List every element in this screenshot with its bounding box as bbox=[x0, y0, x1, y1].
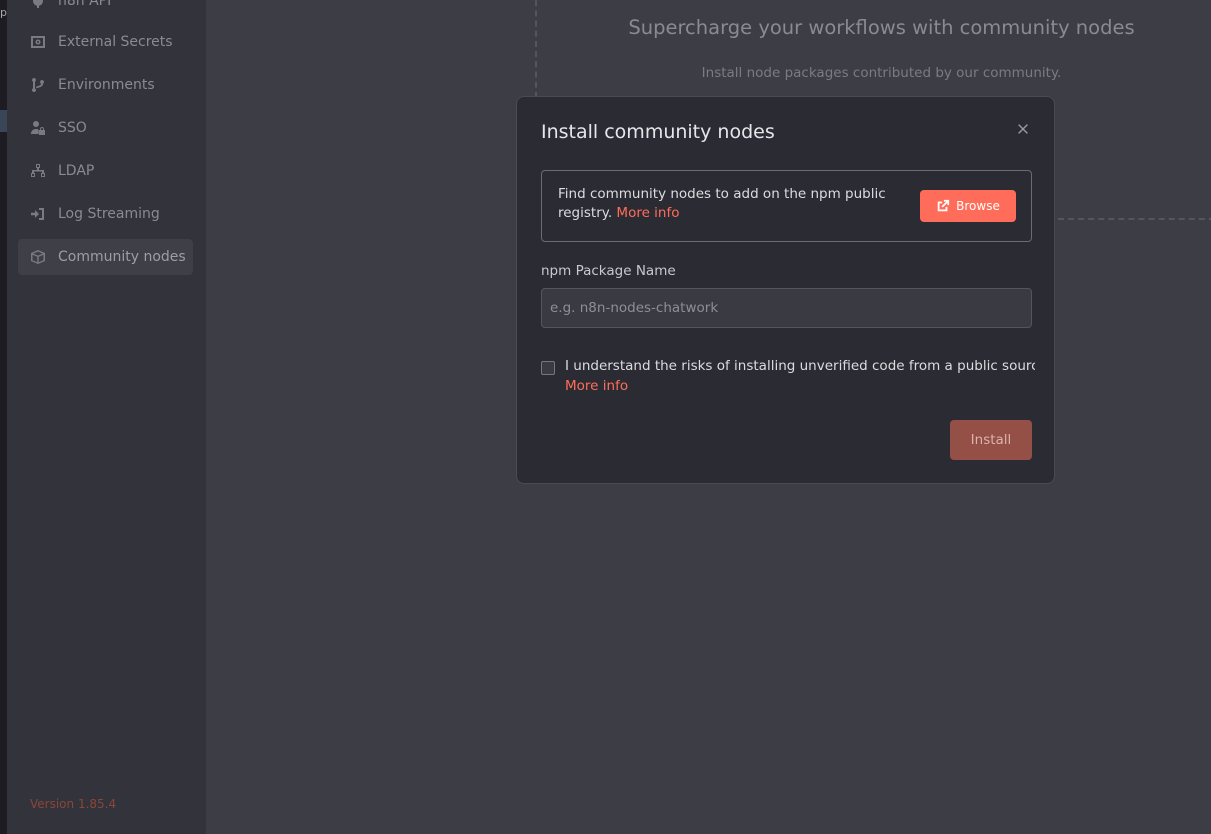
package-name-input[interactable] bbox=[541, 288, 1032, 328]
sidebar-item-n8n-api[interactable]: n8n API bbox=[18, 0, 193, 19]
vault-icon bbox=[29, 33, 47, 51]
browse-button[interactable]: Browse bbox=[920, 190, 1016, 222]
sign-in-icon bbox=[29, 205, 47, 223]
info-text-body: Find community nodes to add on the npm p… bbox=[558, 186, 886, 221]
sidebar-item-label: SSO bbox=[58, 120, 87, 136]
package-name-label: npm Package Name bbox=[541, 263, 676, 279]
browse-label: Browse bbox=[956, 199, 1000, 213]
version-text: Version 1.85.4 bbox=[30, 797, 117, 811]
risk-more-info-link[interactable]: More info bbox=[565, 378, 628, 394]
left-edge-strip: p bbox=[0, 0, 7, 834]
sidebar-item-label: n8n API bbox=[58, 0, 112, 9]
branch-icon bbox=[29, 76, 47, 94]
sidebar-item-label: Community nodes bbox=[58, 249, 186, 265]
risk-acknowledge-label: I understand the risks of installing unv… bbox=[565, 358, 1035, 374]
edge-marker bbox=[0, 110, 7, 132]
cube-icon bbox=[29, 248, 47, 266]
sidebar-item-environments[interactable]: Environments bbox=[18, 67, 193, 103]
info-more-info-link[interactable]: More info bbox=[616, 205, 679, 221]
sidebar-item-label: LDAP bbox=[58, 163, 95, 179]
dialog-title: Install community nodes bbox=[541, 121, 775, 143]
install-community-nodes-dialog: Install community nodes Find community n… bbox=[516, 96, 1055, 484]
risk-acknowledge-checkbox[interactable] bbox=[541, 361, 555, 375]
user-lock-icon bbox=[29, 119, 47, 137]
sidebar-item-log-streaming[interactable]: Log Streaming bbox=[18, 196, 193, 232]
sidebar-item-sso[interactable]: SSO bbox=[18, 110, 193, 146]
sidebar-item-community-nodes[interactable]: Community nodes bbox=[18, 239, 193, 275]
info-text: Find community nodes to add on the npm p… bbox=[558, 185, 898, 223]
sidebar-item-label: Log Streaming bbox=[58, 206, 160, 222]
external-link-icon bbox=[937, 199, 950, 212]
plug-icon bbox=[29, 0, 47, 10]
sidebar-item-external-secrets[interactable]: External Secrets bbox=[18, 24, 193, 60]
close-icon[interactable] bbox=[1014, 120, 1032, 138]
empty-state-subtitle: Install node packages contributed by our… bbox=[701, 65, 1062, 81]
edge-glyph: p bbox=[0, 6, 7, 19]
risk-acknowledge-text: I understand the risks of installing unv… bbox=[565, 356, 1035, 396]
install-button[interactable]: Install bbox=[950, 420, 1032, 460]
sidebar-item-label: Environments bbox=[58, 77, 155, 93]
empty-state-title: Supercharge your workflows with communit… bbox=[628, 16, 1135, 39]
sidebar-item-ldap[interactable]: LDAP bbox=[18, 153, 193, 189]
sidebar-item-label: External Secrets bbox=[58, 34, 173, 50]
info-box: Find community nodes to add on the npm p… bbox=[541, 170, 1032, 242]
network-icon bbox=[29, 162, 47, 180]
settings-sidebar: n8n API External Secrets Environments SS… bbox=[7, 0, 206, 834]
